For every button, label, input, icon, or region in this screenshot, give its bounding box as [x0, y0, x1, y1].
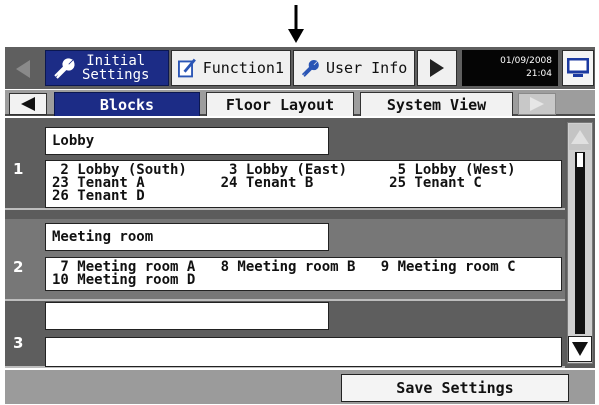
triangle-left-icon — [21, 97, 35, 111]
pen-paper-icon — [178, 58, 196, 78]
triangle-right-icon — [430, 59, 444, 77]
sub-tabs-scroll-right[interactable] — [518, 93, 556, 115]
monitor-button[interactable] — [562, 50, 594, 86]
block-number: 1 — [13, 160, 24, 178]
group-line: 10 Meeting room D — [52, 272, 196, 288]
triangle-right-icon — [530, 97, 544, 111]
top-tabs-scroll-right[interactable] — [417, 50, 457, 86]
time-text: 21:04 — [526, 69, 552, 79]
scrollbar-thumb-highlight — [577, 153, 583, 167]
arrow-down-icon — [288, 5, 304, 43]
tab-initial-line2: Settings — [82, 67, 150, 83]
block-groups-field[interactable]: 7 Meeting room A 8 Meeting room B 9 Meet… — [45, 257, 562, 291]
scrollbar-thumb[interactable] — [575, 152, 585, 334]
block-number: 2 — [13, 258, 24, 276]
tab-system-view[interactable]: System View — [360, 92, 513, 116]
tab-initial-settings-label: Initial Settings — [82, 54, 149, 82]
block-groups-field[interactable]: 2 Lobby (South) 3 Lobby (East) 5 Lobby (… — [45, 160, 562, 208]
triangle-down-icon — [572, 342, 588, 356]
block-number: 3 — [13, 334, 24, 352]
block-name-field[interactable]: Lobby — [45, 127, 329, 155]
scroll-down-button[interactable] — [568, 336, 592, 362]
save-settings-button[interactable]: Save Settings — [341, 374, 569, 402]
triangle-left-icon — [16, 60, 30, 78]
block-name-field[interactable]: Meeting room — [45, 223, 329, 251]
date-text: 01/09/2008 — [500, 56, 552, 66]
triangle-up-icon — [571, 130, 589, 144]
tab-initial-line1: Initial — [86, 53, 146, 69]
tab-function1[interactable]: Function1 — [171, 50, 291, 86]
monitor-icon — [567, 58, 589, 77]
sub-tabs-scroll-left[interactable] — [9, 93, 47, 115]
datetime-display: 01/09/2008 21:04 — [462, 50, 558, 86]
scroll-up-button[interactable] — [569, 124, 591, 150]
group-line: 26 Tenant D — [52, 188, 145, 204]
tab-initial-settings[interactable]: Initial Settings — [45, 50, 169, 86]
top-tabs-scroll-left[interactable] — [8, 52, 38, 86]
tab-user-info[interactable]: User Info — [293, 50, 415, 86]
tab-floor-layout[interactable]: Floor Layout — [206, 92, 354, 116]
block-name-field[interactable] — [45, 302, 329, 330]
tab-function1-label: Function1 — [202, 59, 284, 77]
wrench-icon — [54, 58, 75, 79]
wrench-icon — [301, 60, 319, 77]
tab-user-info-label: User Info — [326, 59, 408, 77]
tab-blocks[interactable]: Blocks — [54, 92, 200, 116]
block-groups-field[interactable] — [45, 337, 562, 367]
